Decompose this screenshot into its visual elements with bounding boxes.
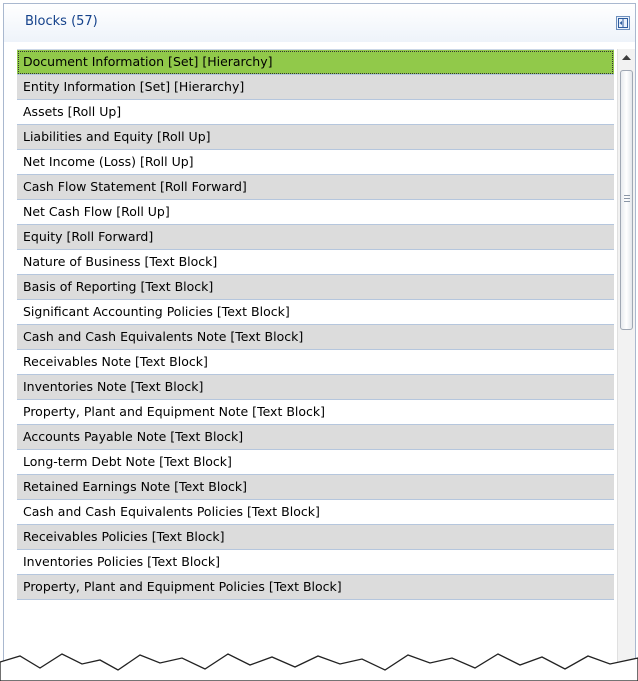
list-item[interactable]: Net Income (Loss) [Roll Up] [17, 150, 614, 175]
list-item[interactable]: Nature of Business [Text Block] [17, 250, 614, 275]
list-item[interactable]: Document Information [Set] [Hierarchy] [17, 50, 614, 75]
collapse-panel-icon [618, 18, 628, 28]
list-item[interactable]: Cash and Cash Equivalents Policies [Text… [17, 500, 614, 525]
list-item[interactable]: Long-term Debt Note [Text Block] [17, 450, 614, 475]
list-item[interactable]: Significant Accounting Policies [Text Bl… [17, 300, 614, 325]
panel-title: Blocks (57) [25, 14, 98, 29]
list-item[interactable]: Entity Information [Set] [Hierarchy] [17, 75, 614, 100]
list-item[interactable]: Liabilities and Equity [Roll Up] [17, 125, 614, 150]
blocks-panel: Blocks (57) Document Information [Set] [… [3, 3, 636, 680]
scroll-up-button[interactable] [618, 49, 635, 66]
list-item[interactable]: Inventories Policies [Text Block] [17, 550, 614, 575]
list-item[interactable]: Cash Flow Statement [Roll Forward] [17, 175, 614, 200]
blocks-list[interactable]: Document Information [Set] [Hierarchy] En… [17, 49, 614, 679]
list-item[interactable]: Assets [Roll Up] [17, 100, 614, 125]
list-item[interactable]: Basis of Reporting [Text Block] [17, 275, 614, 300]
list-item[interactable]: Receivables Note [Text Block] [17, 350, 614, 375]
list-item[interactable]: Property, Plant and Equipment Note [Text… [17, 400, 614, 425]
list-item[interactable]: Equity [Roll Forward] [17, 225, 614, 250]
collapse-panel-button[interactable] [616, 16, 630, 30]
grip-icon [624, 195, 630, 204]
list-item[interactable]: Cash and Cash Equivalents Note [Text Blo… [17, 325, 614, 350]
torn-edge [0, 653, 638, 681]
list-item[interactable]: Retained Earnings Note [Text Block] [17, 475, 614, 500]
list-item[interactable]: Net Cash Flow [Roll Up] [17, 200, 614, 225]
vertical-scrollbar[interactable] [617, 49, 635, 679]
arrow-up-icon [622, 55, 631, 60]
panel-header: Blocks (57) [4, 4, 635, 42]
list-item[interactable]: Accounts Payable Note [Text Block] [17, 425, 614, 450]
scroll-thumb[interactable] [620, 70, 633, 330]
list-item[interactable]: Property, Plant and Equipment Policies [… [17, 575, 614, 600]
list-item[interactable]: Receivables Policies [Text Block] [17, 525, 614, 550]
list-item[interactable]: Inventories Note [Text Block] [17, 375, 614, 400]
